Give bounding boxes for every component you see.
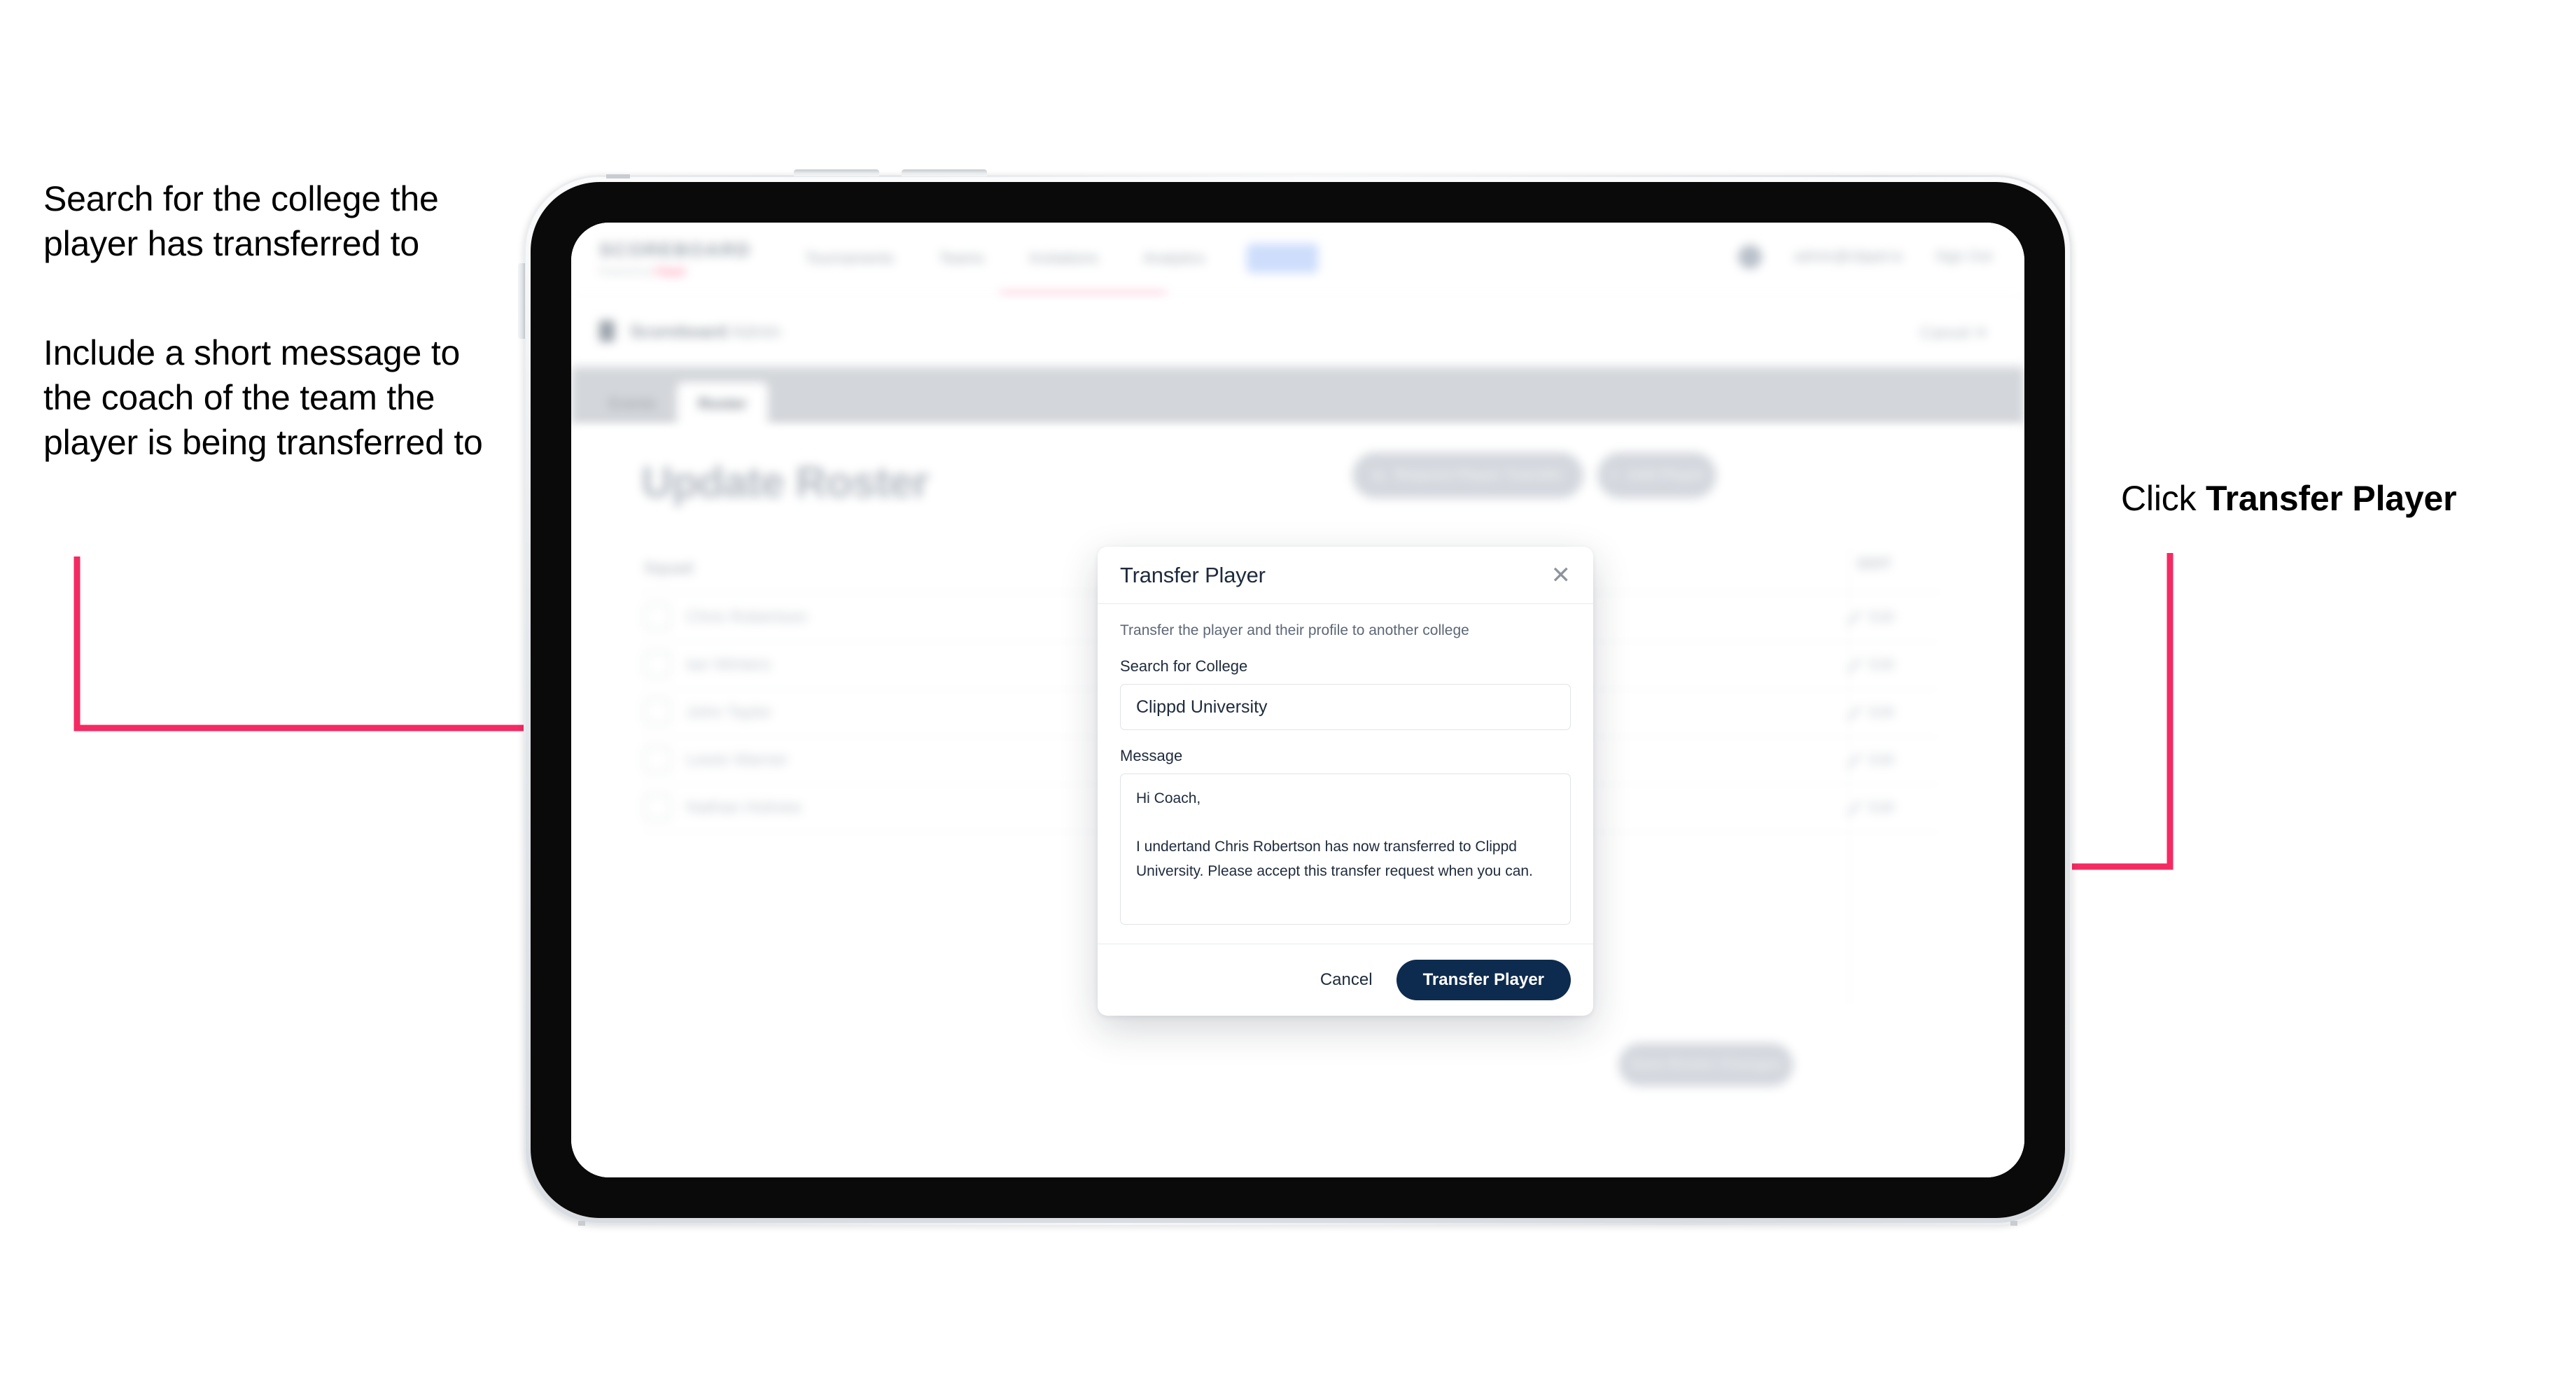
brand-name: SCOREBOARD xyxy=(599,239,752,260)
field-spacer xyxy=(1120,730,1571,747)
add-player-label: Add Player xyxy=(1628,467,1704,483)
transfer-player-modal: Transfer Player ✕ Transfer the player an… xyxy=(1098,547,1593,1016)
pencil-icon xyxy=(1847,610,1861,624)
account-email: admin@clippd.io xyxy=(1793,248,1903,265)
antenna-line-right xyxy=(2010,1221,2017,1226)
tablet-screen: SCOREBOARD Powered by Clippd Tournaments… xyxy=(571,223,2024,1177)
message-textarea[interactable]: Hi Coach, I undertand Chris Robertson ha… xyxy=(1120,774,1571,925)
breadcrumb-cancel-button[interactable]: Cancel ✕ xyxy=(1920,323,1988,342)
app-window: SCOREBOARD Powered by Clippd Tournaments… xyxy=(571,223,2024,1177)
breadcrumb-bar: Scoreboard Admin Cancel ✕ xyxy=(571,298,2024,368)
player-name: Lewis Warner xyxy=(686,750,788,769)
edit-link[interactable]: Edit xyxy=(1847,799,1894,816)
modal-title: Transfer Player xyxy=(1120,562,1266,587)
volume-up-button[interactable] xyxy=(794,169,879,176)
modal-description: Transfer the player and their profile to… xyxy=(1120,622,1469,638)
row-checkbox[interactable] xyxy=(644,603,671,630)
pencil-icon xyxy=(1847,753,1861,767)
plus-icon: + xyxy=(1609,467,1618,483)
row-checkbox[interactable] xyxy=(644,794,671,820)
edit-label: Edit xyxy=(1868,609,1894,625)
squad-label: Squad xyxy=(644,559,694,577)
edit-label: Edit xyxy=(1868,657,1894,673)
top-navigation-bar: SCOREBOARD Powered by Clippd Tournaments… xyxy=(571,223,2024,299)
nav-item-invitations[interactable]: Invitations xyxy=(1026,244,1101,273)
tablet-device: SCOREBOARD Powered by Clippd Tournaments… xyxy=(518,169,2072,1226)
tab-events[interactable]: Events xyxy=(588,382,677,426)
search-college-label: Search for College xyxy=(1120,657,1248,675)
brand-logo[interactable]: SCOREBOARD Powered by Clippd xyxy=(599,239,751,276)
edit-label: Edit xyxy=(1868,799,1894,816)
pencil-icon xyxy=(1847,706,1861,720)
table-header-edit: EDIT xyxy=(1858,556,1891,572)
brand-tagline: Powered by Clippd xyxy=(599,266,751,276)
sign-out-link[interactable]: Sign Out xyxy=(1935,248,1992,265)
nav-active-underline xyxy=(1000,292,1166,295)
swap-icon: ⇆ xyxy=(1372,467,1385,484)
annotation-click-prefix: Click xyxy=(2121,479,2206,518)
tab-roster[interactable]: Roster xyxy=(677,382,768,426)
annotation-search-college: Search for the college the player has tr… xyxy=(43,179,439,263)
brand-tagline-accent: Clippd xyxy=(654,266,685,276)
modal-header: Transfer Player ✕ xyxy=(1098,547,1593,604)
player-name: Chris Robertson xyxy=(686,608,808,626)
breadcrumb-secondary: Admin xyxy=(727,322,781,342)
row-checkbox[interactable] xyxy=(644,651,671,678)
close-icon[interactable]: ✕ xyxy=(1551,564,1572,587)
page-title: Update Roster xyxy=(641,458,930,507)
pencil-icon xyxy=(1847,658,1861,672)
edit-link[interactable]: Edit xyxy=(1847,609,1894,626)
edit-link[interactable]: Edit xyxy=(1847,752,1894,769)
edit-link[interactable]: Edit xyxy=(1847,704,1894,721)
request-transfer-label: Request Player Transfer xyxy=(1394,467,1564,483)
cancel-button[interactable]: Cancel xyxy=(1316,965,1377,995)
add-player-button[interactable]: + Add Player xyxy=(1597,452,1716,498)
clipboard-icon xyxy=(599,321,615,342)
row-checkbox[interactable] xyxy=(644,746,671,773)
modal-footer: Cancel Transfer Player xyxy=(1098,944,1593,1016)
annotation-click-bold: Transfer Player xyxy=(2206,479,2457,518)
player-name: John Taylor xyxy=(686,703,772,722)
breadcrumb-primary: Scoreboard xyxy=(630,322,727,342)
breadcrumb: Scoreboard Admin xyxy=(630,322,780,342)
avatar[interactable] xyxy=(1737,245,1762,269)
nav-right-group: admin@clippd.io Sign Out xyxy=(1737,245,1992,269)
edit-link[interactable]: Edit xyxy=(1847,657,1894,673)
tab-bar: Events Roster xyxy=(571,367,2024,426)
search-college-input[interactable] xyxy=(1120,684,1571,730)
nav-item-tournaments[interactable]: Tournaments xyxy=(802,244,897,273)
power-button[interactable] xyxy=(518,263,525,339)
nav-item-analytics[interactable]: Analytics xyxy=(1140,244,1208,273)
message-label: Message xyxy=(1120,747,1183,764)
transfer-player-button[interactable]: Transfer Player xyxy=(1396,960,1571,1000)
annotation-click-transfer: Click Transfer Player xyxy=(2121,476,2555,521)
annotation-include-message: Include a short message to the coach of … xyxy=(43,333,483,462)
player-name: Ian Winters xyxy=(686,655,771,674)
player-name: Nathan Holmes xyxy=(686,798,802,817)
row-checkbox[interactable] xyxy=(644,699,671,725)
save-roster-changes-button[interactable]: Save Roster Changes xyxy=(1618,1043,1793,1086)
volume-down-button[interactable] xyxy=(902,169,987,176)
nav-item-teams[interactable]: Teams xyxy=(936,244,987,273)
edit-label: Edit xyxy=(1868,752,1894,768)
antenna-line-left xyxy=(578,1221,585,1226)
antenna-line-top xyxy=(606,174,630,178)
tablet-bezel: SCOREBOARD Powered by Clippd Tournaments… xyxy=(531,182,2065,1218)
request-player-transfer-button[interactable]: ⇆ Request Player Transfer xyxy=(1352,452,1583,498)
modal-body: Transfer the player and their profile to… xyxy=(1098,604,1593,944)
nav-links: Tournaments Teams Invitations Analytics … xyxy=(802,244,1319,273)
brand-tagline-text: Powered by xyxy=(599,266,652,276)
pencil-icon xyxy=(1847,801,1861,815)
edit-label: Edit xyxy=(1868,704,1894,720)
nav-item-admin[interactable]: Admin xyxy=(1247,244,1319,273)
